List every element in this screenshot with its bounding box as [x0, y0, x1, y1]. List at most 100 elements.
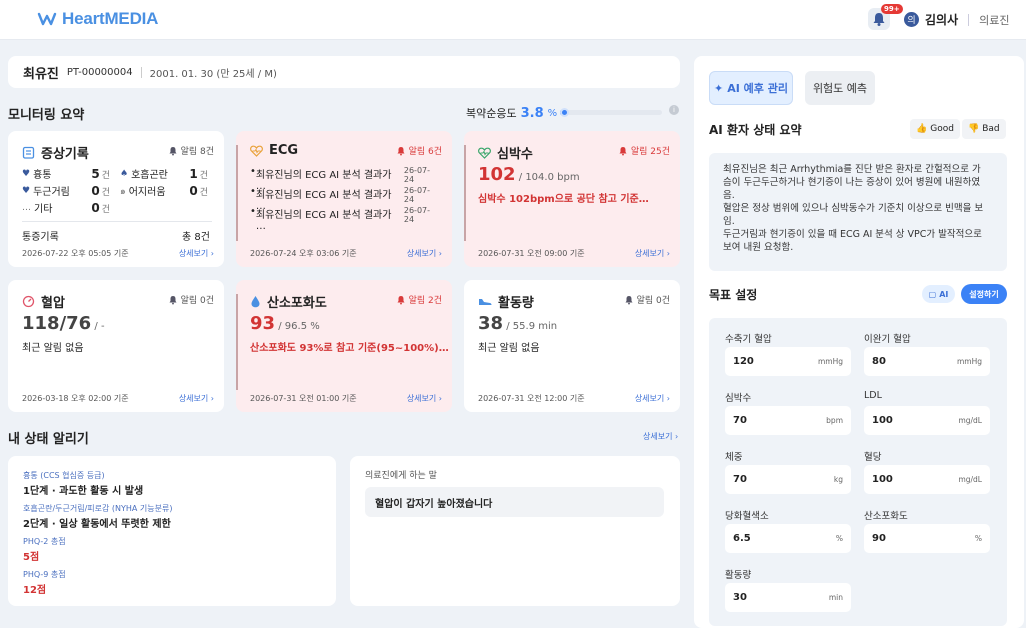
notification-button[interactable]: 99+: [868, 4, 903, 30]
symptom-grid: ♥ 흉통 5 건 ♠ 호흡곤란 1 건 ♥ 두근거림 0 건 ๑ 어지러움 0 건 … 기타 0 건: [22, 165, 218, 216]
symptom-timestamp: 2026-07-22 오후 05:05 기준: [22, 249, 129, 258]
spo2-card-title: 산소포화도: [250, 292, 327, 311]
heart-rate-card[interactable]: 심박수 알림 25건 102 / 104.0 bpm 심박수 102bpm으로 …: [464, 131, 680, 267]
ai-sparkle-icon: ▢: [928, 289, 937, 299]
bp-title-text: 혈압: [41, 296, 65, 311]
symptom-item: ♠ 호흡곤란 1 건: [120, 166, 208, 182]
activity-card[interactable]: 활동량 알림 0건 38 / 55.9 min 최근 알림 없음 2026-07…: [464, 280, 680, 412]
bell-icon: [625, 295, 633, 304]
activity-timestamp: 2026-07-31 오전 12:00 기준: [478, 394, 585, 403]
symptom-alarm-text: 알림 8건: [180, 147, 214, 157]
adherence-value: 3.8: [520, 105, 544, 121]
status-value: 12점: [23, 585, 47, 596]
symptom-card[interactable]: 증상기록 알림 8건 ♥ 흉통 5 건 ♠ 호흡곤란 1 건 ♥ 두근거림 0 건 ๑ 어지러움 0 건…: [8, 131, 224, 267]
symptom-alarm: 알림 8건: [168, 144, 214, 157]
activity-value-row: 38 / 55.9 min: [478, 313, 557, 334]
card-accent-bar: [464, 145, 466, 241]
spo2-card[interactable]: 산소포화도 알림 2건 93 / 96.5 % 산소포화도 93%로 참고 기준…: [236, 280, 452, 412]
bell-icon: [169, 146, 177, 155]
tab-risk-prediction[interactable]: 위험도 예측: [805, 71, 875, 105]
symptom-item: ๑ 어지러움 0 건: [120, 183, 208, 199]
status-label: 흉통 (CCS 협심증 등급): [23, 471, 105, 480]
bp-timestamp: 2026-03-18 오후 02:00 기준: [22, 394, 129, 403]
systolic-input[interactable]: 120 mmHg: [725, 347, 851, 376]
spo2-avg: / 96.5 %: [278, 321, 320, 332]
activity-value: 38: [478, 313, 504, 334]
sparkle-icon: ✦: [714, 81, 724, 95]
ecg-alarm-text: 알림 6건: [408, 147, 442, 157]
blood-pressure-icon: [22, 295, 35, 308]
heart-rate-detail-link[interactable]: 상세보기 ›: [635, 248, 670, 259]
activity-avg: / 55.9 min: [506, 321, 558, 332]
goal-label: 수축기 혈압: [725, 334, 772, 345]
info-icon[interactable]: i: [669, 105, 679, 115]
activity-input[interactable]: 30 min: [725, 583, 851, 612]
ai-goal-button[interactable]: ▢ AI: [922, 285, 955, 303]
goal-label: LDL: [864, 390, 882, 401]
heart-rate-value-row: 102 / 104.0 bpm: [478, 164, 580, 185]
thumbs-down-icon: 👎: [968, 124, 980, 134]
water-drop-icon: [251, 296, 260, 308]
lungs-icon: ♠: [120, 168, 129, 179]
heart-rate-value: 102: [478, 164, 516, 185]
monitoring-title: 모니터링 요약: [8, 108, 85, 123]
spo2-value-row: 93 / 96.5 %: [250, 313, 320, 334]
pain-record-label: 통증기록: [22, 232, 59, 243]
logo[interactable]: HeartMEDIA: [36, 9, 158, 29]
ecg-list-item[interactable]: • 최유진님의 ECG AI 분석 결과가 … 26-07-24: [250, 206, 440, 232]
set-goal-button[interactable]: 설정하기: [961, 284, 1007, 304]
heart-rate-alarm: 알림 25건: [618, 144, 670, 157]
glucose-input[interactable]: 100 mg/dL: [864, 465, 990, 494]
heart-rate-input[interactable]: 70 bpm: [725, 406, 851, 435]
spo2-note: 산소포화도 93%로 참고 기준(95~100%)…: [250, 343, 449, 354]
clipboard-icon: [22, 146, 35, 159]
ecg-detail-link[interactable]: 상세보기 ›: [407, 248, 442, 259]
user-role: 의료진: [979, 13, 1010, 27]
spo2-detail-link[interactable]: 상세보기 ›: [407, 393, 442, 404]
goal-label: 혈당: [864, 452, 882, 463]
heart-pulse-icon: [250, 145, 263, 157]
activity-detail-link[interactable]: 상세보기 ›: [635, 393, 670, 404]
goal-label: 체중: [725, 452, 743, 463]
bell-icon: [397, 146, 405, 155]
adherence-progress-knob: [559, 108, 569, 117]
bad-button[interactable]: 👎 Bad: [962, 119, 1006, 139]
adherence: 복약순응도 3.8 %: [466, 105, 557, 121]
bell-icon: [397, 295, 405, 304]
user-menu[interactable]: 의 김의사 의료진: [904, 11, 1010, 28]
goal-label: 당화혈색소: [725, 511, 769, 522]
good-button[interactable]: 👍 Good: [910, 119, 960, 139]
heart-rate-note: 심박수 102bpm으로 공단 참고 기준…: [478, 194, 649, 205]
symptom-item: ♥ 흉통 5 건: [22, 166, 110, 182]
hba1c-input[interactable]: 6.5%: [725, 524, 851, 553]
patient-dob: 2001. 01. 30 (만 25세 / M): [149, 68, 277, 80]
ai-summary-title: AI 환자 상태 요약: [709, 123, 802, 137]
diastolic-input[interactable]: 80 mmHg: [864, 347, 990, 376]
heart-rate-alarm-text: 알림 25건: [630, 147, 670, 157]
ecg-card-title: ECG: [250, 143, 298, 158]
dizzy-icon: ๑: [120, 186, 126, 197]
bell-icon: [619, 146, 627, 155]
symptom-detail-link[interactable]: 상세보기 ›: [179, 248, 214, 259]
blood-pressure-card[interactable]: 혈압 알림 0건 118/76 / - 최근 알림 없음 2026-03-18 …: [8, 280, 224, 412]
spo2-timestamp: 2026-07-31 오전 01:00 기준: [250, 394, 357, 403]
goal-title: 목표 설정: [709, 288, 758, 302]
heart-pulse-icon: [478, 147, 491, 159]
ldl-input[interactable]: 100 mg/dL: [864, 406, 990, 435]
heart-rate-avg: / 104.0 bpm: [518, 172, 580, 183]
activity-alarm: 알림 0건: [624, 293, 670, 306]
weight-input[interactable]: 70 kg: [725, 465, 851, 494]
ecg-card[interactable]: ECG 알림 6건 • 최유진님의 ECG AI 분석 결과가 … 26-07-2…: [236, 131, 452, 267]
bp-note: 최근 알림 없음: [22, 343, 84, 354]
tab-ai-prognosis[interactable]: ✦ AI 예후 관리: [709, 71, 793, 105]
patient-info-bar: 최유진 PT-00000004 2001. 01. 30 (만 25세 / M): [8, 56, 680, 88]
activity-note: 최근 알림 없음: [478, 343, 540, 354]
adherence-unit: %: [547, 107, 558, 119]
heart-rate-card-title: 심박수: [478, 143, 533, 162]
message-text: 혈압이 갑자기 높아졌습니다: [365, 487, 664, 517]
activity-card-title: 활동량: [478, 292, 534, 311]
spo2-input[interactable]: 90%: [864, 524, 990, 553]
bp-detail-link[interactable]: 상세보기 ›: [179, 393, 214, 404]
bp-alarm: 알림 0건: [168, 293, 214, 306]
status-detail-link[interactable]: 상세보기 ›: [643, 431, 678, 442]
